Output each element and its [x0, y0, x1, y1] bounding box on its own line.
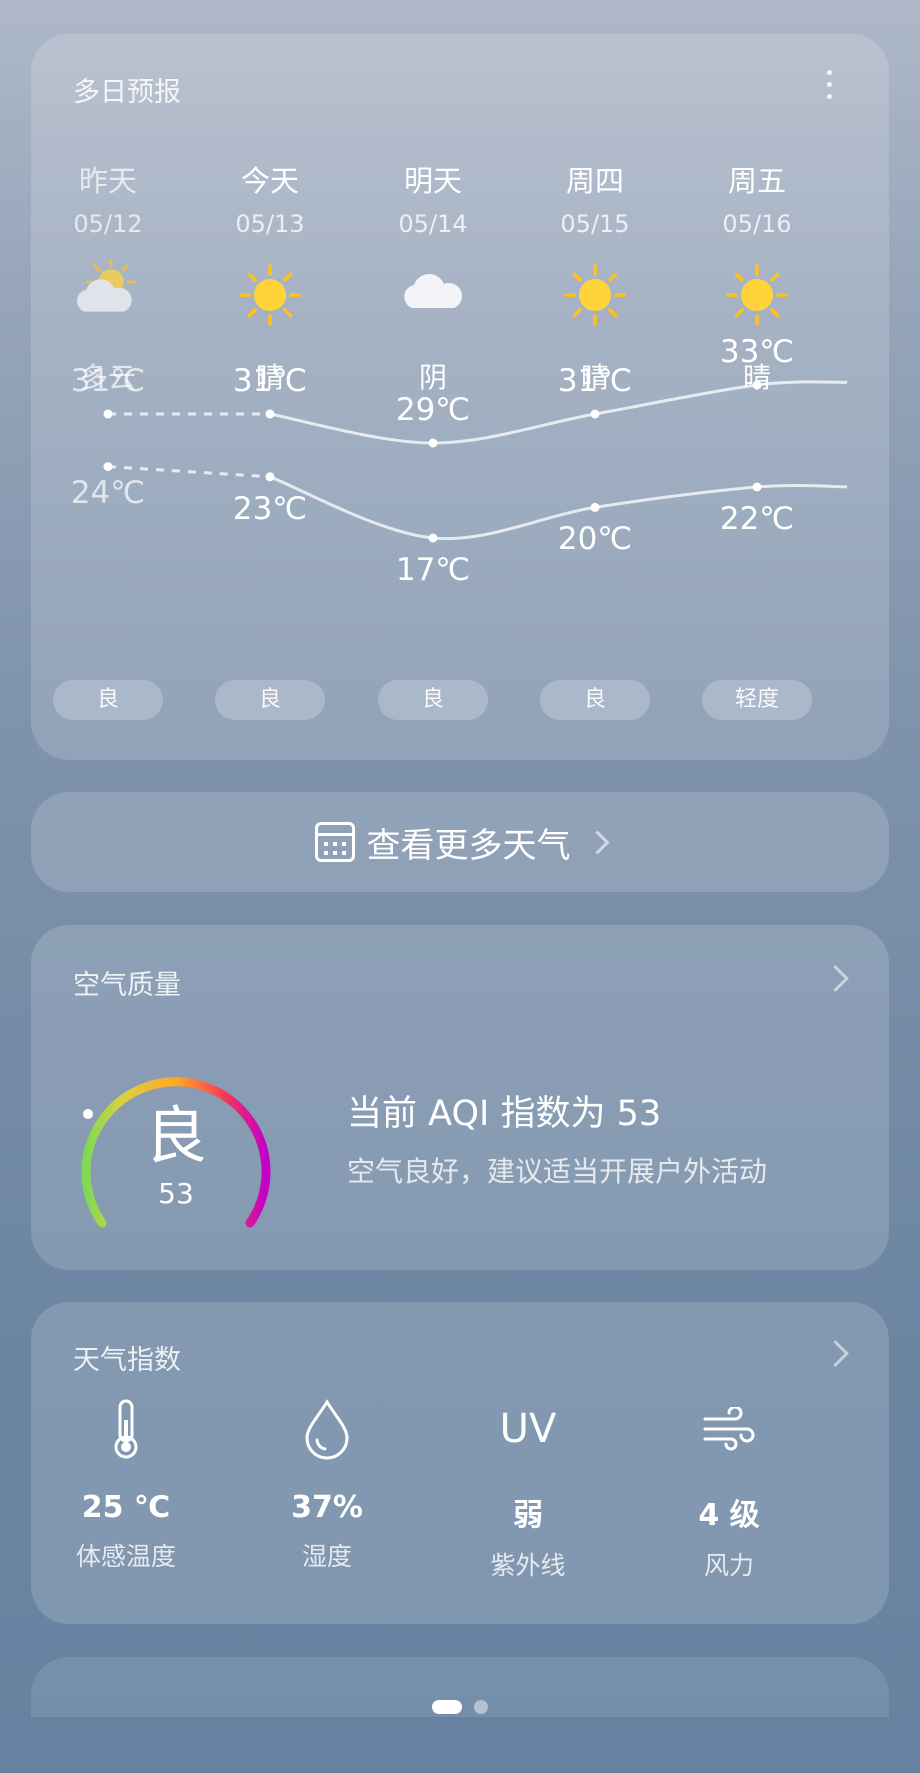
page-indicator[interactable]: [0, 1700, 920, 1714]
aqi-advice: 空气良好，建议适当开展户外活动: [347, 1155, 768, 1188]
humidity-value: 37%: [291, 1490, 363, 1525]
page-dot-active[interactable]: [432, 1700, 462, 1714]
droplet-icon: [227, 1394, 427, 1464]
high-temp-point: [428, 438, 438, 448]
sun-icon: [722, 260, 792, 330]
forecast-card: 多日预报 昨天 05/12 多云良今天 05/13 晴良明天 05/14 阴良周四 05/15…: [31, 34, 889, 760]
forecast-day-name: 今天: [240, 164, 299, 198]
low-temp-point: [265, 472, 275, 482]
air-quality-badge: 轻度: [702, 680, 812, 720]
wind-icon: [629, 1394, 829, 1464]
chevron-right-icon[interactable]: [822, 1340, 849, 1367]
page-dot[interactable]: [474, 1700, 488, 1714]
more-weather-button[interactable]: 查看更多天气: [31, 792, 889, 892]
air-quality-title: 空气质量: [73, 970, 181, 1001]
air-quality-badge: 良: [540, 680, 650, 720]
forecast-day-date: 05/15: [560, 210, 630, 238]
air-quality-card[interactable]: 空气质量 良 53 当前 AQI 指数为 53 空气良好，建议适当开展户外活动: [31, 925, 889, 1270]
low-temp-label: 23℃: [232, 490, 308, 527]
index-item-wind: 4 级 风力: [629, 1394, 829, 1582]
forecast-day-name: 周五: [727, 164, 786, 198]
low-temp-point: [428, 533, 438, 543]
chevron-right-icon[interactable]: [822, 965, 849, 992]
low-temp-label: 20℃: [557, 521, 633, 558]
weather-index-card[interactable]: 天气指数 25 ℃ 体感温度 37% 湿度 UV 弱 紫外线 4 级 风力: [31, 1302, 889, 1624]
forecast-day-date: 05/14: [398, 210, 468, 238]
wind-label: 风力: [703, 1551, 754, 1580]
aqi-gauge: 良 53: [71, 1045, 281, 1245]
uv-value: 弱: [513, 1498, 543, 1533]
air-quality-badge: 良: [53, 680, 163, 720]
feels-like-value: 25 ℃: [81, 1490, 171, 1525]
aqi-headline: 当前 AQI 指数为 53: [347, 1094, 662, 1134]
high-temp-label: 31℃: [232, 363, 308, 399]
high-temp-point: [590, 409, 600, 419]
low-temp-point: [103, 462, 113, 472]
high-temp-label: 31℃: [70, 363, 146, 399]
index-item-humidity: 37% 湿度: [227, 1394, 427, 1573]
high-temp-label: 33℃: [719, 334, 795, 370]
forecast-day-date: 05/12: [73, 210, 143, 238]
uv-label: 紫外线: [490, 1551, 566, 1580]
forecast-day-condition: 阴: [418, 361, 447, 394]
high-temp-point: [265, 409, 275, 419]
low-temp-label: 17℃: [395, 552, 471, 588]
forecast-day-name: 明天: [403, 164, 462, 198]
uv-icon: UV: [499, 1406, 557, 1452]
chevron-right-icon: [584, 829, 610, 855]
low-temp-point: [590, 502, 600, 512]
thermometer-icon: [26, 1394, 226, 1464]
calendar-icon: [314, 822, 355, 862]
more-weather-label: 查看更多天气: [366, 825, 571, 866]
high-temp-point: [103, 409, 113, 419]
sun-icon: [235, 260, 305, 330]
air-quality-badge: 良: [378, 680, 488, 720]
low-temp-label: 24℃: [70, 474, 146, 511]
wind-value: 4 级: [698, 1498, 760, 1533]
forecast-day-date: 05/16: [722, 210, 792, 238]
weather-index-title: 天气指数: [73, 1345, 181, 1376]
partly-cloudy-icon: [73, 257, 143, 330]
aqi-level: 良: [144, 1099, 207, 1172]
high-temp-label: 31℃: [557, 363, 633, 399]
feels-like-label: 体感温度: [75, 1542, 176, 1571]
cloud-icon: [398, 260, 468, 330]
air-quality-badge: 良: [215, 680, 325, 720]
forecast-day-name: 周四: [565, 164, 624, 198]
forecast-day-date: 05/13: [235, 210, 305, 238]
low-temp-label: 22℃: [719, 501, 795, 537]
low-temp-point: [752, 482, 762, 492]
aqi-value: 53: [158, 1177, 194, 1210]
high-temp-label: 29℃: [395, 392, 471, 428]
index-item-feels-like: 25 ℃ 体感温度: [26, 1394, 226, 1573]
humidity-label: 湿度: [301, 1542, 352, 1571]
forecast-day-name: 昨天: [78, 164, 137, 198]
index-item-uv: UV 弱 紫外线: [428, 1394, 628, 1582]
sun-icon: [560, 260, 630, 330]
